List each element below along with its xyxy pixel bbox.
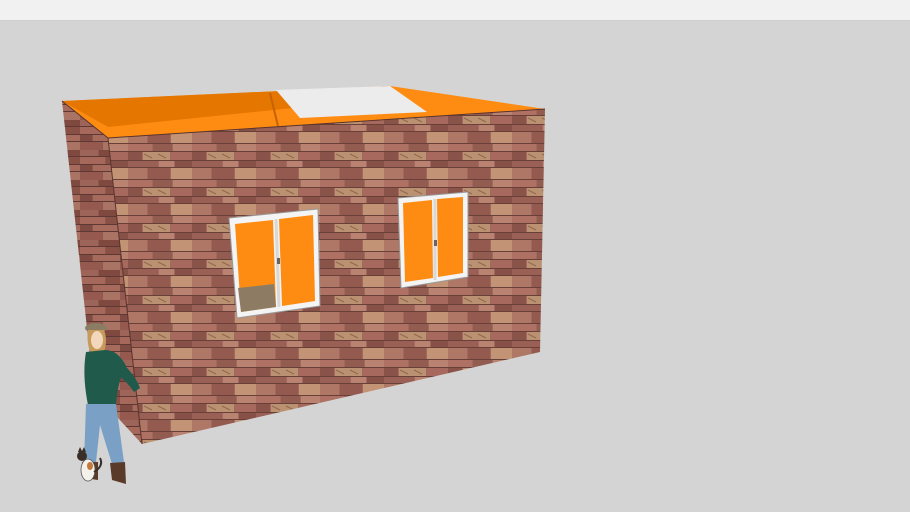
scene-canvas[interactable] — [0, 21, 910, 512]
cat-patch — [87, 462, 93, 470]
window-left-floor — [238, 284, 276, 312]
window-left[interactable] — [228, 208, 321, 319]
window-right-handle — [434, 240, 437, 246]
window-right-pane-1 — [403, 200, 433, 282]
window-left-handle — [277, 258, 280, 264]
window-right-pane-2 — [437, 197, 463, 277]
cat-head — [77, 451, 87, 461]
3d-viewport[interactable] — [0, 21, 910, 512]
cat-body — [80, 458, 96, 482]
window-left-pane-2 — [279, 215, 315, 306]
window-right[interactable] — [397, 191, 469, 289]
woman-face — [91, 331, 103, 349]
house-front-wall-shade — [108, 109, 545, 444]
top-toolbar-strip — [0, 0, 910, 21]
modeling-app — [0, 0, 910, 512]
